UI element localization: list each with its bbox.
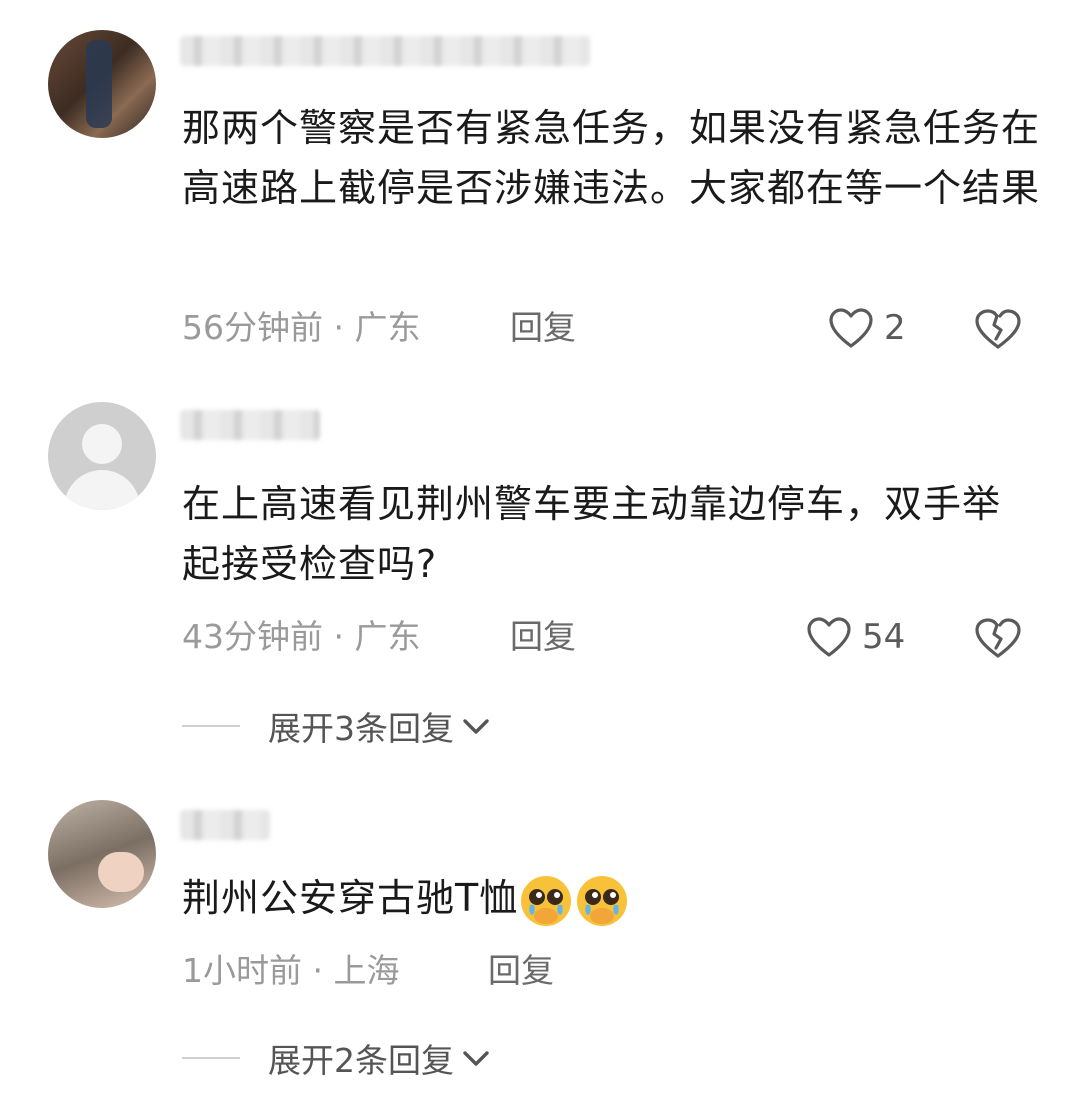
- like-button[interactable]: 2: [828, 304, 906, 352]
- broken-heart-icon[interactable]: [974, 617, 1022, 659]
- like-count: 2: [884, 308, 906, 348]
- reply-button[interactable]: 回复: [510, 308, 576, 348]
- crying-face-emoji: [521, 875, 572, 926]
- reply-button[interactable]: 回复: [510, 617, 576, 657]
- reply-button[interactable]: 回复: [488, 951, 554, 991]
- comment-text: 那两个警察是否有紧急任务，如果没有紧急任务在高速路上截停是否涉嫌违法。大家都在等…: [182, 106, 1041, 210]
- username-blurred[interactable]: [180, 810, 270, 840]
- avatar[interactable]: [48, 402, 156, 510]
- expand-replies-label: 展开3条回复: [268, 709, 454, 748]
- chevron-down-icon: [463, 719, 489, 734]
- comment-text-content: 荆州公安穿古驰T恤: [182, 876, 519, 920]
- divider-line: [182, 1057, 240, 1059]
- expand-replies-label: 展开2条回复: [268, 1041, 454, 1080]
- divider-line: [182, 725, 240, 727]
- comment-meta: 56分钟前 · 广东: [182, 308, 421, 347]
- username-blurred[interactable]: [180, 36, 590, 66]
- username-blurred[interactable]: [180, 410, 320, 440]
- heart-outline-icon: [829, 308, 873, 348]
- chevron-down-icon: [463, 1051, 489, 1066]
- avatar[interactable]: [48, 800, 156, 908]
- comment-meta: 1小时前 · 上海: [182, 951, 400, 990]
- like-count: 54: [862, 617, 906, 657]
- comment-text: 荆州公安穿古驰T恤: [182, 868, 1042, 929]
- avatar[interactable]: [48, 30, 156, 138]
- like-button[interactable]: 54: [806, 613, 905, 661]
- expand-replies-button[interactable]: 展开3条回复: [182, 704, 492, 748]
- comment-meta: 43分钟前 · 广东: [182, 617, 421, 656]
- heart-outline-icon: [807, 617, 851, 657]
- crying-face-emoji: [577, 875, 628, 926]
- broken-heart-icon[interactable]: [974, 308, 1022, 350]
- expand-replies-button[interactable]: 展开2条回复: [182, 1036, 492, 1080]
- comment-text: 在上高速看见荆州警车要主动靠边停车，双手举起接受检查吗?: [182, 482, 1002, 586]
